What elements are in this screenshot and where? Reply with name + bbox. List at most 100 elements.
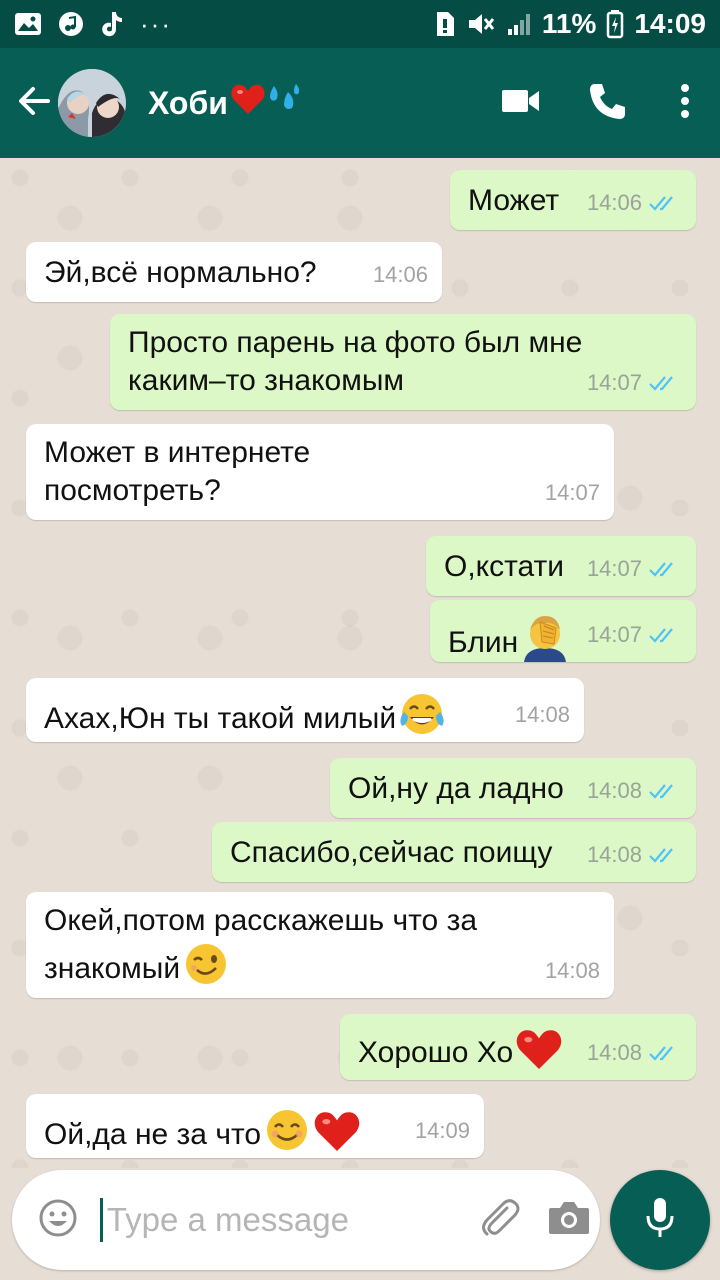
message-meta: 14:08 xyxy=(545,952,600,990)
message-outgoing[interactable]: О,кстати 14:07 xyxy=(426,536,696,596)
heart-emoji-icon xyxy=(230,82,266,124)
signal-icon xyxy=(506,11,532,37)
message-text: Эй,всё нормально? xyxy=(44,256,317,289)
message-incoming[interactable]: Эй,всё нормально? 14:06 xyxy=(26,242,442,302)
contact-name[interactable]: Хоби xyxy=(148,82,302,124)
message-text: Ахах,Юн ты такой милый xyxy=(44,702,397,735)
read-receipt-icon xyxy=(649,562,673,577)
read-receipt-icon xyxy=(649,628,673,643)
message-outgoing[interactable]: Просто парень на фото был мне каким–то з… xyxy=(110,314,696,410)
message-text: Ой,ну да ладно xyxy=(348,772,564,805)
message-outgoing[interactable]: Ой,ну да ладно 14:08 xyxy=(330,758,696,818)
message-meta: 14:07 xyxy=(545,474,600,512)
more-vert-icon xyxy=(680,83,690,124)
message-incoming[interactable]: Ой,да не за что 14:09 xyxy=(26,1094,484,1158)
tiktok-icon xyxy=(100,10,124,38)
heart-emoji-icon xyxy=(313,1108,361,1164)
chat-header: Хоби xyxy=(0,48,720,158)
message-text: Может в интернете посмотреть? xyxy=(44,436,311,507)
read-receipt-icon xyxy=(649,784,673,799)
voice-call-button[interactable] xyxy=(564,48,650,158)
message-outgoing[interactable]: Хорошо Хо 14:08 xyxy=(340,1014,696,1080)
back-arrow-icon xyxy=(16,83,52,124)
paperclip-icon xyxy=(477,1196,521,1245)
message-meta: 14:09 xyxy=(415,1112,470,1150)
message-text: Блин xyxy=(448,626,519,659)
message-text: Может xyxy=(468,184,560,217)
message-meta: 14:08 xyxy=(587,836,682,874)
message-input[interactable] xyxy=(99,1198,460,1242)
read-receipt-icon xyxy=(649,848,673,863)
sweat-droplets-emoji-icon xyxy=(266,82,302,124)
contact-name-text: Хоби xyxy=(148,84,228,121)
video-call-button[interactable] xyxy=(478,48,564,158)
message-time: 14:09 xyxy=(414,1118,470,1143)
contact-avatar[interactable] xyxy=(58,69,126,137)
smiling-face-emoji-icon xyxy=(263,1106,311,1164)
message-incoming[interactable]: Окей,потом расскажешь что за знакомый 14… xyxy=(26,892,614,998)
message-time: 14:07 xyxy=(544,480,600,505)
message-list[interactable]: Может 14:06 Эй,всё нормально? 14:06 Прос… xyxy=(0,158,720,1168)
camera-icon xyxy=(547,1198,591,1243)
tears-of-joy-emoji-icon xyxy=(398,690,446,748)
read-receipt-icon xyxy=(649,196,673,211)
gallery-icon xyxy=(14,12,42,36)
message-text: Просто парень на фото был мне каким–то з… xyxy=(128,326,583,397)
compose-bar xyxy=(0,1168,720,1280)
battery-icon xyxy=(606,9,624,39)
emoji-picker-icon xyxy=(38,1198,78,1243)
wink-emoji-icon xyxy=(182,940,230,998)
message-time: 14:08 xyxy=(586,778,642,803)
compose-field xyxy=(12,1170,600,1270)
message-meta: 14:08 xyxy=(587,772,682,810)
status-notifications: ··· xyxy=(14,9,172,40)
camera-button[interactable] xyxy=(538,1170,600,1270)
message-meta: 14:07 xyxy=(587,616,682,654)
message-meta: 14:08 xyxy=(515,696,570,734)
mute-icon xyxy=(466,10,496,38)
voice-message-button[interactable] xyxy=(610,1170,710,1270)
emoji-button[interactable] xyxy=(24,1170,92,1270)
message-time: 14:08 xyxy=(586,842,642,867)
message-time: 14:06 xyxy=(586,190,642,215)
more-options-button[interactable] xyxy=(650,48,720,158)
message-outgoing[interactable]: Блин 14:07 xyxy=(430,600,696,662)
video-call-icon xyxy=(501,87,541,120)
read-receipt-icon xyxy=(649,376,673,391)
facepalm-emoji-icon xyxy=(520,612,570,672)
microphone-icon xyxy=(643,1196,677,1245)
heart-emoji-icon xyxy=(515,1026,563,1082)
phone-icon xyxy=(587,81,627,126)
message-meta: 14:07 xyxy=(587,550,682,588)
message-incoming[interactable]: Ахах,Юн ты такой милый 14:08 xyxy=(26,678,584,742)
message-incoming[interactable]: Может в интернете посмотреть? 14:07 xyxy=(26,424,614,520)
clock: 14:09 xyxy=(634,8,706,39)
message-text: Окей,потом расскажешь что за знакомый xyxy=(44,904,478,985)
message-time: 14:07 xyxy=(586,622,642,647)
battery-percent: 11% xyxy=(541,8,597,39)
message-meta: 14:08 xyxy=(587,1034,682,1072)
message-time: 14:07 xyxy=(586,556,642,581)
message-meta: 14:07 xyxy=(587,364,682,402)
message-time: 14:06 xyxy=(372,262,428,287)
message-outgoing[interactable]: Спасибо,сейчас поищу 14:08 xyxy=(212,822,696,882)
read-receipt-icon xyxy=(649,1046,673,1061)
status-system: 11% 14:09 xyxy=(434,8,706,40)
back-button[interactable] xyxy=(4,48,64,158)
message-text: Спасибо,сейчас поищу xyxy=(230,836,553,869)
sim-alert-icon xyxy=(434,10,456,38)
status-bar: ··· 11% 14:09 xyxy=(0,0,720,48)
attach-button[interactable] xyxy=(470,1170,528,1270)
message-text: Хорошо Хо xyxy=(358,1036,514,1069)
message-time: 14:08 xyxy=(514,702,570,727)
message-text: О,кстати xyxy=(444,550,565,583)
message-outgoing[interactable]: Может 14:06 xyxy=(450,170,696,230)
message-time: 14:08 xyxy=(544,958,600,983)
header-actions xyxy=(478,48,720,158)
message-text: Ой,да не за что xyxy=(44,1118,262,1151)
message-meta: 14:06 xyxy=(587,184,682,222)
message-time: 14:08 xyxy=(586,1040,642,1065)
music-icon xyxy=(58,11,84,37)
more-notifications: ··· xyxy=(140,8,172,39)
message-meta: 14:06 xyxy=(373,256,428,294)
